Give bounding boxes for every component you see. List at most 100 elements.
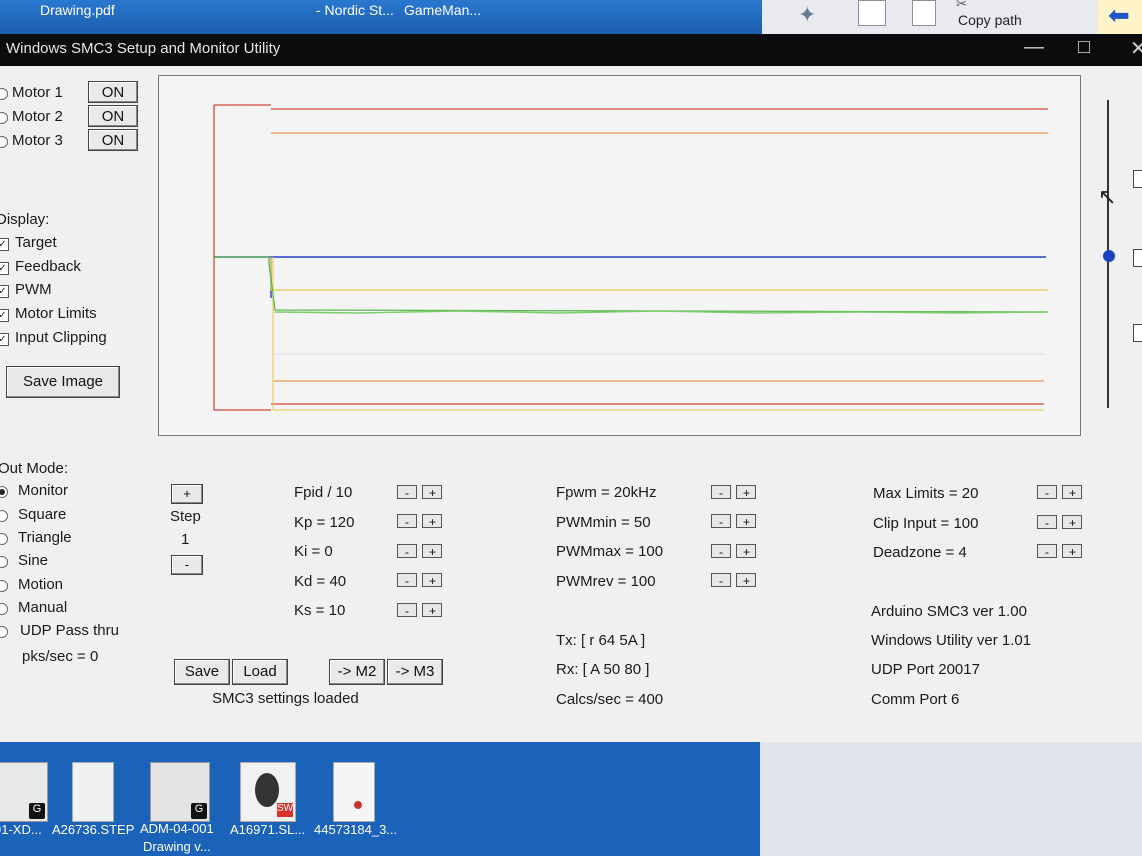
ki-minus-button[interactable]: - [397, 544, 417, 559]
drawing-file-icon[interactable]: G [150, 762, 210, 822]
udp-pass-thru-radio[interactable] [0, 626, 8, 638]
desktop-icon-label[interactable]: 44573184_3... [314, 822, 397, 837]
clip-input-plus-button[interactable]: + [1062, 515, 1082, 530]
input-clipping-checkbox[interactable]: ✓ [0, 333, 9, 346]
desktop-icon-label[interactable]: A26736.STEP [52, 822, 134, 837]
ki-plus-button[interactable]: + [422, 544, 442, 559]
manual-label: Manual [18, 599, 68, 616]
save-image-button[interactable]: Save Image [6, 366, 120, 398]
max-limits-plus-button[interactable]: + [1062, 485, 1082, 500]
scale-slider-thumb[interactable] [1103, 250, 1115, 262]
pwmmax-label: PWMmax = 100 [556, 543, 664, 560]
deadzone-minus-button[interactable]: - [1037, 544, 1057, 559]
motor-3-radio[interactable] [0, 136, 8, 148]
step-minus-button[interactable]: - [171, 555, 203, 575]
kd-minus-button[interactable]: - [397, 573, 417, 588]
scale-box-top[interactable] [1133, 170, 1142, 188]
cut-icon: ✂ [956, 0, 967, 11]
back-arrow-button[interactable]: ⬅ [1098, 0, 1142, 34]
pwmmin-plus-button[interactable]: + [736, 514, 756, 529]
monitor-radio[interactable] [0, 486, 8, 498]
app-client-area: Motor 1 ON Motor 2 ON Motor 3 ON Display… [0, 66, 1142, 742]
clip-input-minus-button[interactable]: - [1037, 515, 1057, 530]
arrow-left-icon: ⬅ [1108, 0, 1130, 30]
monitor-label: Monitor [18, 482, 69, 499]
plot-canvas [213, 104, 1049, 411]
square-radio[interactable] [0, 510, 8, 522]
document-file-icon[interactable] [333, 762, 375, 822]
desktop-background-window [760, 742, 1142, 856]
manual-radio[interactable] [0, 603, 8, 615]
motor-1-label: Motor 1 [12, 84, 63, 101]
utility-version: Windows Utility ver 1.01 [871, 632, 1032, 649]
triangle-radio[interactable] [0, 533, 8, 545]
motor-2-radio[interactable] [0, 112, 8, 124]
taskbar-item[interactable]: Drawing.pdf [40, 2, 115, 18]
fpwm-plus-button[interactable]: + [736, 485, 756, 500]
pwmmin-minus-button[interactable]: - [711, 514, 731, 529]
rx-readout: Rx: [ A 50 80 ] [556, 661, 650, 678]
step-file-icon[interactable] [72, 762, 114, 822]
copy-to-m2-button[interactable]: -> M2 [329, 659, 385, 685]
target-trace [214, 256, 1046, 298]
udp-pass-thru-label: UDP Pass thru [20, 622, 119, 639]
save-settings-button[interactable]: Save [174, 659, 230, 685]
kp-plus-button[interactable]: + [422, 514, 442, 529]
pin-icon[interactable]: ✦ [798, 2, 816, 28]
fpid-minus-button[interactable]: - [397, 485, 417, 500]
feedback-checkbox[interactable]: ✓ [0, 262, 9, 275]
kd-plus-button[interactable]: + [422, 573, 442, 588]
desktop-icon-label[interactable]: A16971.SL... [230, 822, 305, 837]
motor-2-on-button[interactable]: ON [88, 105, 138, 127]
minimize-button[interactable]: — [1024, 36, 1044, 59]
feedback-trace [214, 256, 1049, 313]
max-limits-label: Max Limits = 20 [873, 485, 979, 502]
pwmrev-minus-button[interactable]: - [711, 573, 731, 588]
sw-badge-icon: SW [277, 803, 293, 817]
deadzone-plus-button[interactable]: + [1062, 544, 1082, 559]
motor-3-on-button[interactable]: ON [88, 129, 138, 151]
solidworks-file-icon[interactable]: SW [240, 762, 296, 822]
motion-radio[interactable] [0, 580, 8, 592]
input-clipping-label: Input Clipping [15, 329, 107, 346]
cad-file-icon[interactable]: G [0, 762, 48, 822]
load-settings-button[interactable]: Load [232, 659, 288, 685]
paste-icon[interactable] [912, 0, 936, 26]
pwmmax-plus-button[interactable]: + [736, 544, 756, 559]
close-button[interactable]: ✕ [1130, 36, 1142, 61]
taskbar-item[interactable]: GameMan... [404, 2, 481, 18]
pwm-label: PWM [15, 281, 52, 298]
copy-icon[interactable] [858, 0, 886, 26]
pwmmax-minus-button[interactable]: - [711, 544, 731, 559]
max-limits-minus-button[interactable]: - [1037, 485, 1057, 500]
copy-path-button[interactable]: Copy path [958, 12, 1022, 28]
fpid-plus-button[interactable]: + [422, 485, 442, 500]
pks-per-sec: pks/sec = 0 [22, 648, 99, 665]
ks-plus-button[interactable]: + [422, 603, 442, 618]
sine-radio[interactable] [0, 556, 8, 568]
app-badge-icon: G [191, 803, 207, 819]
target-checkbox[interactable]: ✓ [0, 238, 9, 251]
pwm-checkbox[interactable]: ✓ [0, 285, 9, 298]
udp-port: UDP Port 20017 [871, 661, 980, 678]
tx-readout: Tx: [ r 64 5A ] [556, 632, 646, 649]
scale-box-mid[interactable] [1133, 249, 1142, 267]
mouse-cursor-icon: ↖ [1098, 184, 1117, 209]
motor-limits-checkbox[interactable]: ✓ [0, 309, 9, 322]
step-plus-button[interactable]: + [171, 484, 203, 504]
pwmrev-plus-button[interactable]: + [736, 573, 756, 588]
taskbar-item[interactable]: - Nordic St... [316, 2, 394, 18]
desktop-icon-label[interactable]: ADM-04-001 Drawing v... [140, 820, 214, 856]
step-label: Step [170, 508, 201, 525]
motor-1-on-button[interactable]: ON [88, 81, 138, 103]
maximize-button[interactable]: □ [1078, 36, 1090, 59]
scale-box-bottom[interactable] [1133, 324, 1142, 342]
target-label: Target [15, 234, 57, 251]
fpwm-minus-button[interactable]: - [711, 485, 731, 500]
motor-1-radio[interactable] [0, 88, 8, 100]
status-text: SMC3 settings loaded [212, 690, 359, 707]
ks-minus-button[interactable]: - [397, 603, 417, 618]
kp-minus-button[interactable]: - [397, 514, 417, 529]
copy-to-m3-button[interactable]: -> M3 [387, 659, 443, 685]
desktop-icon-label[interactable]: 91-XD... [0, 822, 42, 837]
